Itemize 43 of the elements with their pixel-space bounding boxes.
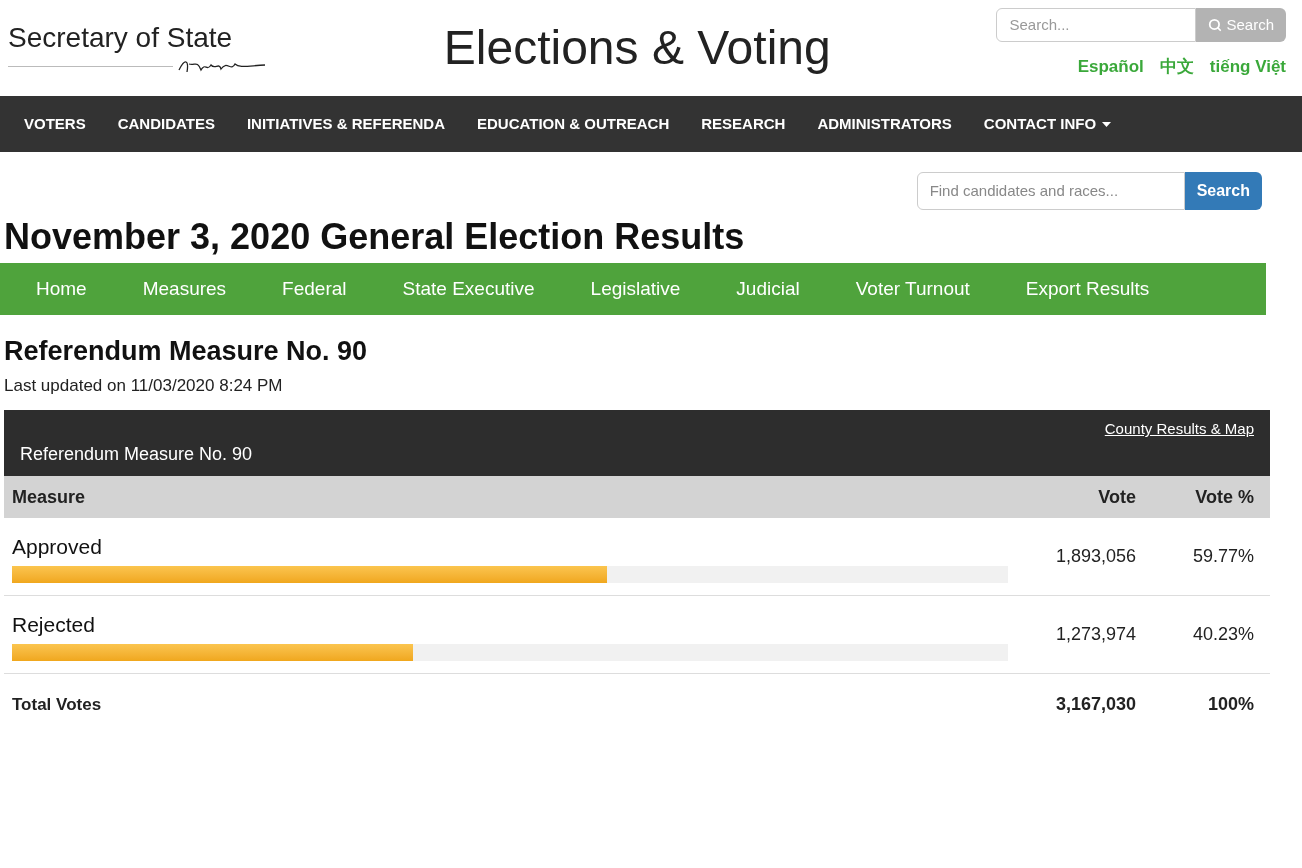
last-updated-text: Last updated on 11/03/2020 8:24 PM: [3, 374, 284, 397]
results-nav-link[interactable]: Voter Turnout: [855, 274, 970, 304]
results-nav-link[interactable]: Home: [36, 274, 87, 304]
race-title: Referendum Measure No. 90: [3, 335, 369, 368]
column-header: Measure: [12, 485, 87, 509]
main-nav-link[interactable]: RESEARCH: [701, 112, 786, 136]
main-nav-link[interactable]: ADMINISTRATORS: [817, 112, 952, 136]
column-header: Vote: [1097, 485, 1137, 509]
results-nav-link[interactable]: State Executive: [402, 274, 535, 304]
language-link[interactable]: 中文: [1159, 54, 1194, 80]
total-label: Total Votes: [12, 693, 103, 716]
search-icon: [1208, 18, 1223, 32]
option-name: Approved: [12, 533, 102, 560]
vote-percent: 59.77%: [1191, 545, 1255, 569]
site-search-field[interactable]: Search...: [996, 8, 1197, 42]
main-nav-link[interactable]: INITIATIVES & REFERENDA: [246, 112, 445, 136]
logo-text: Secretary of State: [8, 24, 233, 52]
results-nav-link[interactable]: Judicial: [736, 274, 800, 304]
race-search-field[interactable]: Find candidates and races...: [916, 172, 1185, 210]
vote-count: 1,893,056: [1054, 545, 1137, 569]
table-caption: Referendum Measure No. 90: [20, 442, 253, 466]
vote-percent: 40.23%: [1191, 623, 1255, 647]
results-nav-link[interactable]: Legislative: [590, 274, 681, 304]
county-results-link[interactable]: County Results & Map: [1104, 418, 1254, 441]
main-nav-link[interactable]: CONTACT INFO: [983, 112, 1112, 136]
caret-icon: [1102, 121, 1112, 127]
language-link[interactable]: Español: [1077, 54, 1144, 80]
site-title: Elections & Voting: [443, 24, 831, 72]
main-nav-link[interactable]: CANDIDATES: [117, 112, 215, 136]
main-nav-link[interactable]: EDUCATION & OUTREACH: [477, 112, 670, 136]
total-percent: 100%: [1206, 692, 1255, 716]
main-nav-link[interactable]: VOTERS: [24, 112, 86, 136]
option-name: Rejected: [12, 611, 95, 638]
results-nav-link[interactable]: Export Results: [1025, 274, 1150, 304]
race-search-button[interactable]: Search: [1184, 172, 1262, 210]
results-nav-link[interactable]: Measures: [142, 274, 227, 304]
site-search-button[interactable]: Search: [1196, 8, 1286, 42]
column-header: Vote %: [1194, 485, 1255, 509]
page-title: November 3, 2020 General Election Results: [3, 215, 746, 259]
total-vote-count: 3,167,030: [1054, 692, 1137, 716]
vote-count: 1,273,974: [1054, 623, 1137, 647]
results-nav-link[interactable]: Federal: [282, 274, 347, 304]
language-link[interactable]: tiếng Việt: [1209, 54, 1286, 80]
